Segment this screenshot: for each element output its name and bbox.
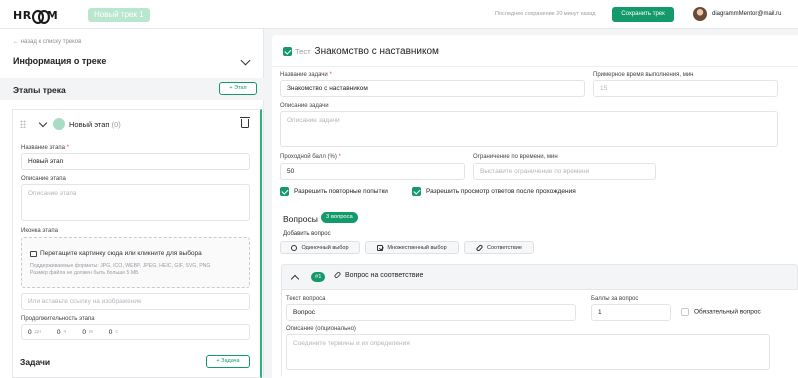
question-kind: Вопрос на соответствие (345, 272, 424, 279)
track-name-badge[interactable]: Новый трек 1 (88, 8, 150, 22)
question-description-input[interactable]: Соедините термины и их определения (286, 334, 770, 370)
tasks-title: Задачи (20, 357, 51, 367)
link-icon (475, 243, 484, 252)
track-sidebar: ← назад к списку треков Информация о тре… (0, 29, 264, 378)
upload-hint: Поддерживаемые форматы: JPG, ICO, WEBP, … (30, 263, 211, 276)
checkbox-checked-icon (412, 187, 421, 196)
user-email[interactable]: diagrammMentor@mail.ru (712, 11, 781, 17)
matching-button[interactable]: Соответствие (464, 241, 534, 254)
task-description-input[interactable]: Описание задачи (280, 111, 778, 147)
stage-icon (53, 118, 65, 130)
stage-card: Новый этап (0) Название этапа * Новый эт… (12, 109, 262, 378)
image-upload-dropzone[interactable]: Перетащите картинку сюда или кликните дл… (21, 237, 250, 288)
image-url-input[interactable]: Или вставьте ссылку на изображение (21, 293, 250, 310)
track-info-title: Информация о треке (13, 56, 107, 66)
stages-title: Этапы трека (13, 85, 66, 95)
stage-duration-input[interactable]: 0 дн 0ч 0м 0с (21, 324, 250, 340)
time-limit-label: Ограничение по времени, мин (473, 154, 558, 160)
chevron-down-icon[interactable] (240, 55, 251, 66)
stage-icon-label: Иконка этапа (21, 228, 58, 234)
task-description-label: Описание задачи (280, 103, 329, 109)
stage-name: Новый этап (0) (69, 120, 121, 129)
question-body: Текст вопроса Вопрос Баллы за вопрос 1 О… (282, 289, 798, 378)
task-title: Знакомство с наставником (314, 46, 439, 57)
points-label: Баллы за вопрос (591, 296, 639, 302)
question-text-label: Текст вопроса (286, 296, 326, 302)
question-number-badge: #1 (311, 272, 326, 282)
top-bar: HR M Новый трек 1 Последнее сохранение 20… (0, 0, 798, 29)
drag-handle-icon[interactable] (20, 120, 26, 128)
time-limit-input[interactable]: Выставите ограничение по времени (473, 163, 656, 180)
upload-instructions: Перетащите картинку сюда или кликните дл… (40, 250, 202, 257)
task-type: Тест (295, 47, 311, 56)
back-to-tracks-link[interactable]: ← назад к списку треков (13, 39, 81, 45)
link-icon (333, 271, 342, 279)
single-choice-button[interactable]: Одиночный выбор (280, 241, 360, 254)
add-task-button[interactable]: + Задача (206, 355, 250, 368)
question-card: #1 Вопрос на соответствие Текст вопроса … (281, 264, 798, 378)
chevron-down-icon[interactable] (38, 118, 48, 128)
multiple-choice-button[interactable]: Множественный выбор (365, 241, 459, 254)
task-name-label: Название задачи * (280, 72, 332, 78)
logo[interactable]: HR M (13, 9, 58, 24)
allow-retries-checkbox[interactable]: Разрешить повторные попытки (280, 187, 388, 196)
required-question-checkbox[interactable]: Обязательный вопрос (681, 308, 761, 316)
passing-score-input[interactable]: 50 (280, 163, 465, 180)
task-header: Тест Знакомство с наставником (283, 46, 439, 57)
task-time-input[interactable]: 15 (593, 80, 778, 97)
chevron-up-icon[interactable] (290, 274, 300, 284)
test-check-icon (283, 46, 292, 56)
points-input[interactable]: 1 (591, 304, 671, 321)
allow-view-answers-checkbox[interactable]: Разрешить просмотр ответов после прохожд… (412, 187, 576, 196)
radio-icon (291, 244, 298, 251)
question-description-label: Описание (опционально) (286, 326, 356, 332)
image-icon (30, 251, 37, 257)
stage-name-input[interactable]: Новый этап (21, 153, 250, 170)
passing-score-label: Проходной балл (%) * (280, 154, 341, 160)
task-name-input[interactable]: Знакомство с наставником (280, 80, 585, 97)
question-text-input[interactable]: Вопрос (286, 304, 576, 321)
trash-icon[interactable] (239, 117, 250, 128)
divider (272, 66, 798, 67)
checkbox-checked-icon (280, 187, 289, 196)
questions-title: Вопросы (283, 214, 318, 224)
save-track-button[interactable]: Сохранить трек (612, 7, 674, 22)
add-stage-button[interactable]: + Этап (219, 82, 257, 95)
task-editor: Тест Знакомство с наставником Название за… (272, 35, 798, 378)
stage-duration-label: Продолжительность этапа (21, 316, 95, 322)
stage-description-label: Описание этапа (21, 176, 66, 182)
stage-description-input[interactable]: Описание этапа (21, 184, 250, 221)
stages-header: Этапы трека + Этап (0, 78, 264, 100)
checkbox-empty-icon (681, 308, 689, 316)
questions-count-badge: 3 вопроса (321, 212, 358, 223)
task-time-label: Примерное время выполнения, мин (593, 72, 694, 78)
last-save-text: Последнее сохранение 20 минут назад (495, 11, 596, 17)
stage-name-label: Название этапа * (21, 145, 70, 151)
avatar[interactable] (693, 7, 707, 21)
checkbox-icon (377, 244, 384, 251)
add-question-label: Добавить вопрос (283, 231, 331, 237)
